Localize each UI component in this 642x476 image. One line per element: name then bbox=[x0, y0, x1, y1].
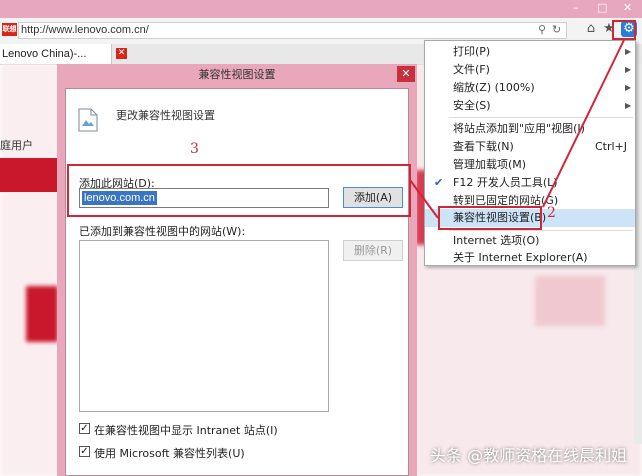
annotation-arrows bbox=[409, 39, 625, 219]
watermark-text: 头条 @教师资格在线晨利姐 bbox=[430, 446, 628, 465]
annotation-arrow-item-to-box bbox=[409, 179, 439, 219]
annotation-arrow-gear-to-item bbox=[542, 39, 625, 208]
